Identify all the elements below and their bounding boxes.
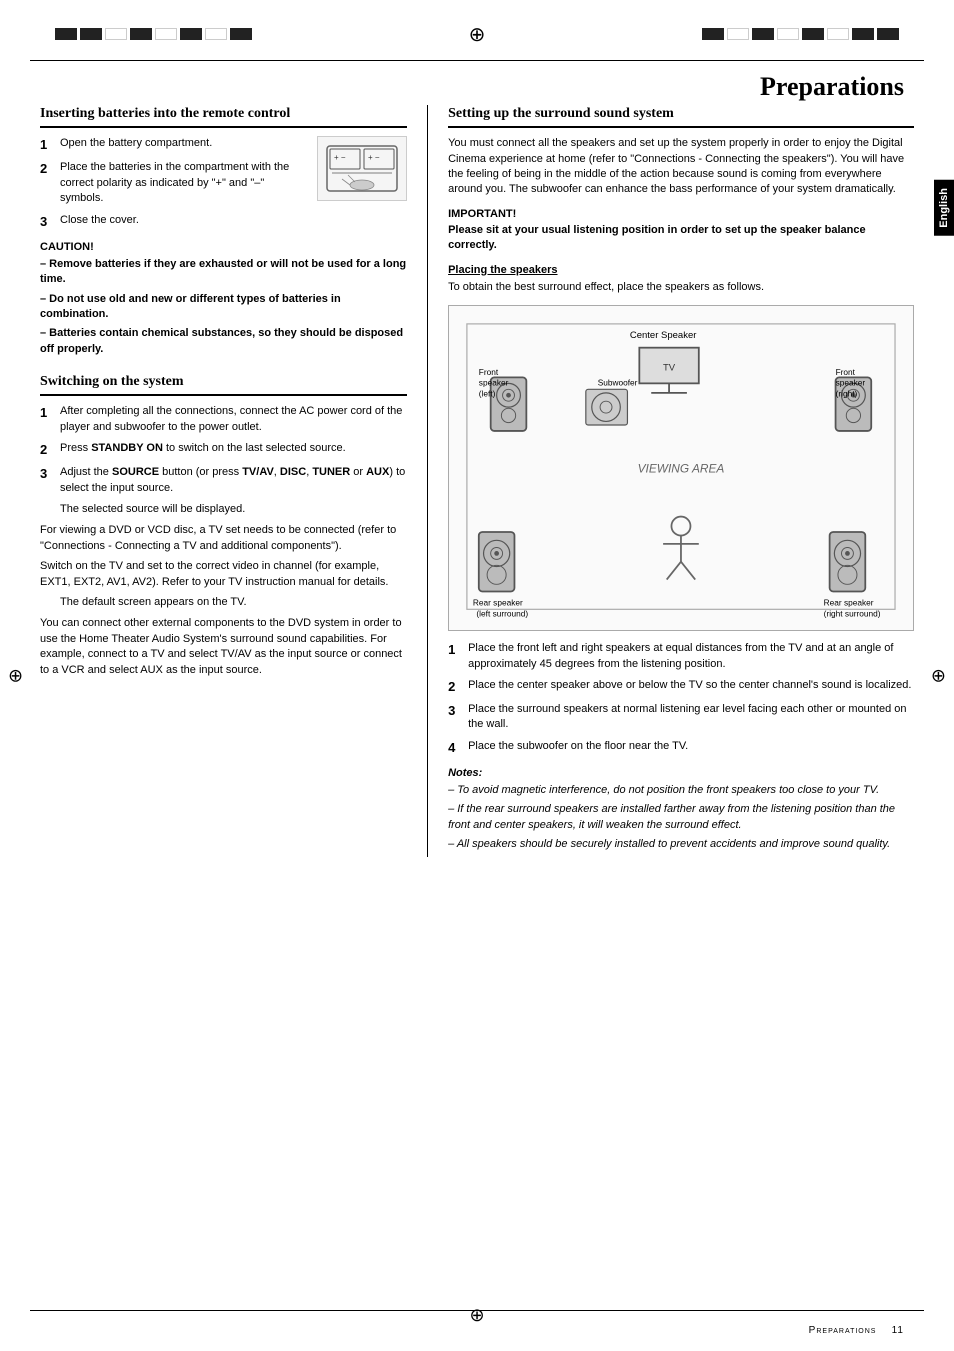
svg-text:speaker: speaker <box>479 378 509 388</box>
svg-text:speaker: speaker <box>836 378 866 388</box>
batteries-step-2: 2 Place the batteries in the compartment… <box>40 160 309 206</box>
page-number: 11 <box>892 1325 904 1336</box>
caution-section: CAUTION! – Remove batteries if they are … <box>40 241 407 357</box>
svg-text:(left surround): (left surround) <box>476 608 528 618</box>
switching-sub-step3: The selected source will be displayed. <box>60 502 407 517</box>
two-column-layout: Inserting batteries into the remote cont… <box>40 105 914 857</box>
placing-speakers-title: Placing the speakers <box>448 264 914 276</box>
svg-text:Front: Front <box>479 367 499 377</box>
battery-image: + − + − <box>317 136 407 201</box>
top-crosshair: ⊕ <box>469 22 486 47</box>
note-2: – If the rear surround speakers are inst… <box>448 802 914 833</box>
speaker-diagram: Center Speaker TV Fro <box>448 305 914 631</box>
left-column: Inserting batteries into the remote cont… <box>40 105 407 857</box>
header-left-decoration <box>55 28 252 40</box>
switching-para3: You can connect other external component… <box>40 616 407 678</box>
caution-title: CAUTION! <box>40 241 407 253</box>
svg-text:Subwoofer: Subwoofer <box>598 378 638 388</box>
header-right-decoration <box>702 28 899 40</box>
caution-item-3: – Batteries contain chemical substances,… <box>40 326 407 357</box>
surround-intro: You must connect all the speakers and se… <box>448 136 914 198</box>
switching-para1: For viewing a DVD or VCD disc, a TV set … <box>40 523 407 554</box>
note-1: – To avoid magnetic interference, do not… <box>448 783 914 798</box>
svg-text:Front: Front <box>836 367 856 377</box>
switching-section-title: Switching on the system <box>40 373 407 396</box>
svg-text:+ −: + − <box>368 153 380 162</box>
svg-text:(right surround): (right surround) <box>824 608 881 618</box>
svg-text:VIEWING AREA: VIEWING AREA <box>638 461 725 475</box>
svg-text:Rear speaker: Rear speaker <box>824 598 874 608</box>
notes-title: Notes: <box>448 767 914 779</box>
batteries-step-3: 3 Close the cover. <box>40 213 407 231</box>
switching-para2: Switch on the TV and set to the correct … <box>40 559 407 590</box>
right-crosshair: ⊕ <box>931 665 946 686</box>
svg-text:TV: TV <box>663 362 676 373</box>
footer-section-name: Preparations <box>809 1325 877 1336</box>
page-border-top <box>30 60 924 61</box>
svg-text:(right): (right) <box>836 388 858 398</box>
placing-step-2: 2 Place the center speaker above or belo… <box>448 678 914 696</box>
content-area: Inserting batteries into the remote cont… <box>40 75 914 1301</box>
page-footer: Preparations 11 <box>809 1325 904 1336</box>
caution-item-1: – Remove batteries if they are exhausted… <box>40 257 407 288</box>
notes-section: Notes: – To avoid magnetic interference,… <box>448 767 914 853</box>
language-tab: English <box>934 180 954 236</box>
switching-step-3: 3 Adjust the SOURCE button (or press TV/… <box>40 465 407 496</box>
right-column: Setting up the surround sound system You… <box>427 105 914 857</box>
placing-step-3: 3 Place the surround speakers at normal … <box>448 702 914 733</box>
switching-para2-sub: The default screen appears on the TV. <box>60 595 407 610</box>
switching-step-2: 2 Press STANDBY ON to switch on the last… <box>40 441 407 459</box>
svg-text:Center Speaker: Center Speaker <box>630 330 697 341</box>
svg-text:+ −: + − <box>334 153 346 162</box>
bottom-crosshair: ⊕ <box>469 1305 484 1326</box>
caution-item-2: – Do not use old and new or different ty… <box>40 292 407 323</box>
speaker-layout-svg: Center Speaker TV Fro <box>455 312 907 621</box>
placing-steps-list: 1 Place the front left and right speaker… <box>448 641 914 757</box>
batteries-section-title: Inserting batteries into the remote cont… <box>40 105 407 128</box>
placing-intro: To obtain the best surround effect, plac… <box>448 280 914 295</box>
batteries-step-1: 1 Open the battery compartment. <box>40 136 309 154</box>
section-inserting-batteries: Inserting batteries into the remote cont… <box>40 105 407 357</box>
svg-text:(left): (left) <box>479 388 496 398</box>
section-switching-on: Switching on the system 1 After completi… <box>40 373 407 678</box>
important-section: IMPORTANT! Please sit at your usual list… <box>448 208 914 254</box>
important-label: IMPORTANT! <box>448 208 914 220</box>
placing-step-4: 4 Place the subwoofer on the floor near … <box>448 739 914 757</box>
switching-steps-list: 1 After completing all the connections, … <box>40 404 407 496</box>
important-text: Please sit at your usual listening posit… <box>448 223 914 254</box>
left-crosshair: ⊕ <box>8 665 23 686</box>
placing-step-1: 1 Place the front left and right speaker… <box>448 641 914 672</box>
surround-section-title: Setting up the surround sound system <box>448 105 914 128</box>
svg-text:Rear speaker: Rear speaker <box>473 598 523 608</box>
note-3: – All speakers should be securely instal… <box>448 837 914 852</box>
switching-step-1: 1 After completing all the connections, … <box>40 404 407 435</box>
